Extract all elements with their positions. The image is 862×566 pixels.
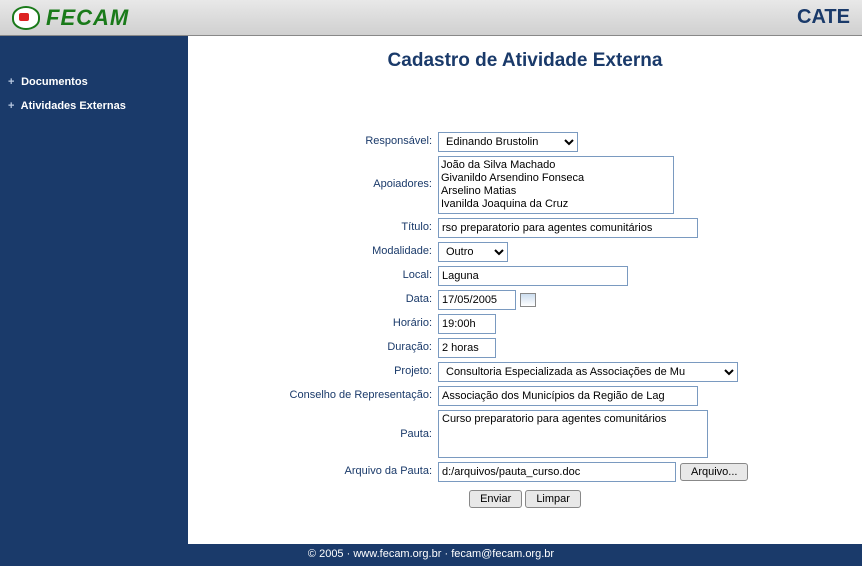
app-header: FECAM CATE (0, 0, 862, 36)
titulo-input[interactable] (438, 218, 698, 238)
local-input[interactable] (438, 266, 628, 286)
logo-text: FECAM (46, 5, 129, 31)
modalidade-label: Modalidade: (208, 242, 438, 257)
arquivo-browse-button[interactable]: Arquivo... (680, 463, 748, 481)
horario-input[interactable] (438, 314, 496, 334)
footer-email-link[interactable]: fecam@fecam.org.br (451, 548, 554, 560)
app-title: CATE (797, 6, 850, 29)
duracao-input[interactable] (438, 338, 496, 358)
list-item[interactable]: João da Silva Machado (441, 159, 671, 172)
limpar-button[interactable]: Limpar (525, 490, 581, 508)
sidebar: + Documentos + Atividades Externas (0, 36, 188, 544)
projeto-select[interactable]: Consultoria Especializada as Associações… (438, 362, 738, 382)
expand-icon: + (8, 100, 18, 112)
horario-label: Horário: (208, 314, 438, 329)
list-item[interactable]: Arselino Matias (441, 185, 671, 198)
footer-site-link[interactable]: www.fecam.org.br (353, 548, 441, 560)
local-label: Local: (208, 266, 438, 281)
list-item[interactable]: Givanildo Arsendino Fonseca (441, 172, 671, 185)
titulo-label: Título: (208, 218, 438, 233)
calendar-icon[interactable] (520, 293, 536, 307)
modalidade-select[interactable]: Outro (438, 242, 508, 262)
apoiadores-label: Apoiadores: (208, 156, 438, 190)
arquivo-label: Arquivo da Pauta: (208, 462, 438, 477)
data-input[interactable] (438, 290, 516, 310)
responsavel-select[interactable]: Edinando Brustolin (438, 132, 578, 152)
responsavel-label: Responsável: (208, 132, 438, 147)
data-label: Data: (208, 290, 438, 305)
enviar-button[interactable]: Enviar (469, 490, 522, 508)
footer: © 2005 · www.fecam.org.br · fecam@fecam.… (0, 544, 862, 566)
pauta-label: Pauta: (208, 410, 438, 440)
conselho-input[interactable] (438, 386, 698, 406)
sidebar-item-label: Atividades Externas (21, 100, 126, 112)
duracao-label: Duração: (208, 338, 438, 353)
sidebar-item-documentos[interactable]: + Documentos (0, 70, 188, 94)
projeto-label: Projeto: (208, 362, 438, 377)
page-title: Cadastro de Atividade Externa (208, 50, 842, 72)
sidebar-item-label: Documentos (21, 76, 88, 88)
arquivo-path-input[interactable] (438, 462, 676, 482)
footer-copyright: © 2005 (308, 548, 347, 560)
main-content: Cadastro de Atividade Externa Responsáve… (188, 36, 862, 544)
activity-form: Responsável: Edinando Brustolin Apoiador… (208, 132, 842, 508)
pauta-textarea[interactable] (438, 410, 708, 458)
list-item[interactable]: Ivanilda Joaquina da Cruz (441, 198, 671, 211)
form-actions: Enviar Limpar (208, 490, 842, 508)
conselho-label: Conselho de Representação: (208, 386, 438, 401)
fecam-logo-icon (12, 6, 40, 30)
apoiadores-listbox[interactable]: João da Silva Machado Givanildo Arsendin… (438, 156, 674, 214)
expand-icon: + (8, 76, 18, 88)
logo: FECAM (12, 5, 129, 31)
sidebar-item-atividades-externas[interactable]: + Atividades Externas (0, 94, 188, 118)
